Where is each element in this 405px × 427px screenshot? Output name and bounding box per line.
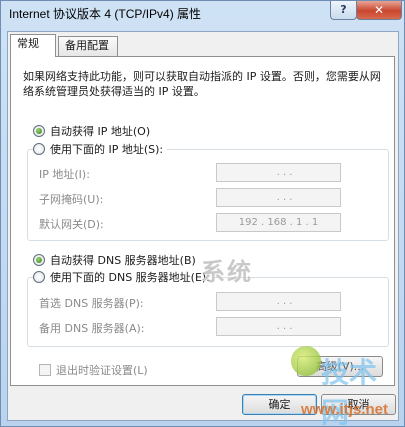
ip-address-input[interactable]: . . . (216, 163, 341, 182)
preferred-dns-input[interactable]: . . . (216, 292, 341, 311)
auto-dns-radio[interactable] (33, 254, 45, 266)
auto-ip-option[interactable]: 自动获得 IP 地址(O) (33, 123, 150, 139)
manual-dns-label: 使用下面的 DNS 服务器地址(E): (50, 271, 210, 284)
auto-dns-option[interactable]: 自动获得 DNS 服务器地址(B) (33, 252, 196, 268)
manual-ip-radio[interactable] (33, 143, 45, 155)
watermark-url-text: www.itjs.net (301, 401, 388, 418)
validate-on-exit-checkbox[interactable] (39, 364, 51, 376)
subnet-mask-input[interactable]: . . . (216, 188, 341, 207)
manual-dns-group (27, 277, 389, 347)
subnet-mask-label: 子网掩码(U): (39, 193, 104, 206)
preferred-dns-label: 首选 DNS 服务器(P): (39, 297, 144, 310)
ip-address-label: IP 地址(I): (39, 168, 90, 181)
preferred-dns-value: . . . (276, 296, 293, 307)
manual-ip-label: 使用下面的 IP 地址(S): (50, 143, 164, 156)
tab-general[interactable]: 常规 (10, 34, 56, 57)
default-gateway-value: 192 . 168 . 1 . 1 (238, 217, 319, 228)
manual-ip-option[interactable]: 使用下面的 IP 地址(S): (33, 141, 168, 157)
default-gateway-label: 默认网关(D): (39, 218, 104, 231)
alternate-dns-value: . . . (276, 321, 293, 332)
general-panel: 如果网络支持此功能，则可以获取自动指派的 IP 设置。否则，您需要从网络系统管理… (10, 56, 395, 386)
watermark-system-text: 系统 (201, 258, 253, 286)
description-text: 如果网络支持此功能，则可以获取自动指派的 IP 设置。否则，您需要从网络系统管理… (23, 70, 381, 98)
auto-ip-label: 自动获得 IP 地址(O) (50, 125, 151, 138)
dialog-window: Internet 协议版本 4 (TCP/IPv4) 属性 ? ✕ 常规 备用配… (0, 0, 405, 427)
manual-dns-option[interactable]: 使用下面的 DNS 服务器地址(E): (33, 269, 214, 285)
default-gateway-input[interactable]: 192 . 168 . 1 . 1 (216, 213, 341, 232)
alternate-dns-label: 备用 DNS 服务器(A): (39, 322, 145, 335)
manual-dns-radio[interactable] (33, 271, 45, 283)
watermark-logo-icon (291, 346, 321, 376)
ip-address-value: . . . (276, 167, 293, 178)
validate-on-exit-label: 退出时验证设置(L) (56, 364, 148, 377)
subnet-mask-value: . . . (276, 192, 293, 203)
title-bar: Internet 协议版本 4 (TCP/IPv4) 属性 ? ✕ (1, 1, 404, 27)
auto-dns-label: 自动获得 DNS 服务器地址(B) (50, 254, 196, 267)
alternate-dns-input[interactable]: . . . (216, 317, 341, 336)
tab-alternate-config[interactable]: 备用配置 (58, 36, 118, 56)
close-button[interactable]: ✕ (356, 1, 402, 20)
validate-on-exit-option[interactable]: 退出时验证设置(L) (39, 362, 148, 378)
window-title: Internet 协议版本 4 (TCP/IPv4) 属性 (9, 7, 202, 21)
auto-ip-radio[interactable] (33, 125, 45, 137)
help-button[interactable]: ? (330, 1, 357, 20)
